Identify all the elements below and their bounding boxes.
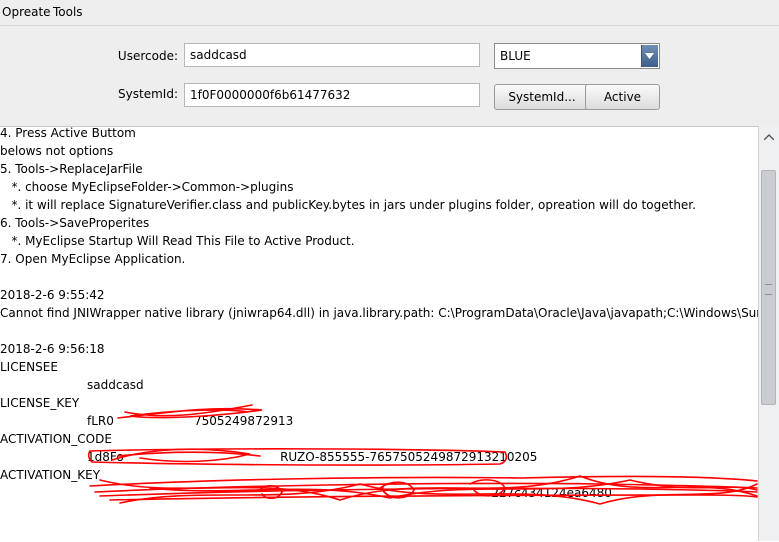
menu-bar: Opreate Tools <box>0 0 779 26</box>
grip-icon <box>765 284 772 295</box>
log-line: belows not options <box>0 144 114 158</box>
active-button[interactable]: Active <box>585 84 660 110</box>
log-line: *. choose MyEclipseFolder->Common->plugi… <box>0 180 294 194</box>
vertical-scrollbar[interactable] <box>758 126 779 541</box>
systemid-button[interactable]: SystemId... <box>494 84 590 110</box>
log-line: saddcasd <box>87 378 144 392</box>
log-line: LICENSE_KEY <box>0 396 80 410</box>
menu-tools[interactable]: Tools <box>53 5 83 19</box>
usercode-input[interactable]: saddcasd <box>184 43 480 67</box>
systemid-input[interactable]: 1f0F0000000f6b61477632 <box>184 83 480 107</box>
log-line: 1d8Fo RUZO-855555-7657505249872913210205 <box>87 450 538 464</box>
log-line: Cannot find JNIWrapper native library (j… <box>0 306 758 320</box>
menu-opreate[interactable]: Opreate <box>2 5 51 19</box>
usercode-label: Usercode: <box>117 49 178 63</box>
log-line: 227c434124ea6480 <box>87 486 612 500</box>
log-line: 2018-2-6 9:55:42 <box>0 288 105 302</box>
log-line: 6. Tools->SaveProperites <box>0 216 150 230</box>
scroll-up-arrow-icon[interactable] <box>764 134 774 140</box>
log-line: ACTIVATION_CODE <box>0 432 112 446</box>
scrollbar-thumb[interactable] <box>761 170 776 405</box>
log-line: 2018-2-6 9:56:18 <box>0 342 105 356</box>
log-line: *. it will replace SignatureVerifier.cla… <box>0 198 696 212</box>
theme-select-value: BLUE <box>500 49 531 63</box>
log-line: fLR0 7505249872913 <box>87 414 294 428</box>
log-line: ACTIVATION_KEY <box>0 468 101 482</box>
chevron-down-icon[interactable] <box>641 45 658 67</box>
form-panel <box>0 26 779 126</box>
systemid-label: SystemId: <box>118 87 178 101</box>
theme-select[interactable]: BLUE <box>494 43 660 69</box>
log-line: 4. Press Active Buttom <box>0 126 136 140</box>
log-line: 7. Open MyEclipse Application. <box>0 252 186 266</box>
log-line: *. MyEclipse Startup Will Read This File… <box>0 234 355 248</box>
log-line: LICENSEE <box>0 360 58 374</box>
log-output[interactable]: 4. Press Active Buttom belows not option… <box>0 126 758 542</box>
log-line: 5. Tools->ReplaceJarFile <box>0 162 143 176</box>
